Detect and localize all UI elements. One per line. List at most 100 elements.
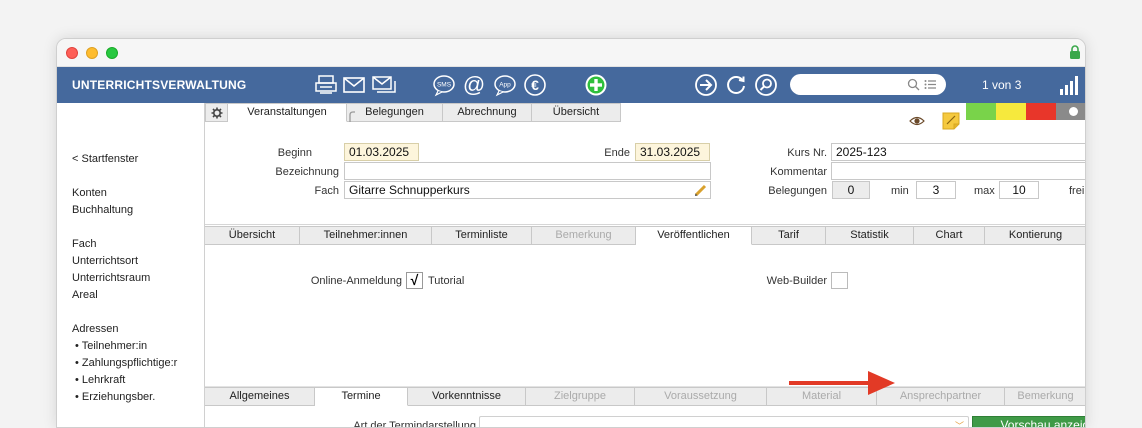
svg-text:App: App bbox=[499, 82, 511, 89]
svg-text:SMS: SMS bbox=[437, 82, 452, 89]
window-titlebar bbox=[57, 39, 1085, 67]
app-icon[interactable]: App bbox=[493, 73, 517, 97]
tab-tarif[interactable]: Tarif bbox=[752, 226, 826, 245]
belegungen-label: Belegungen bbox=[768, 185, 827, 197]
sidebar-item-zahlungspflichtige[interactable]: • Zahlungspflichtige:r bbox=[75, 357, 177, 369]
search-small-icon bbox=[907, 78, 920, 91]
tab-belegungen-label: Belegungen bbox=[365, 106, 424, 118]
lock-icon bbox=[1070, 45, 1080, 59]
minimize-window-button[interactable] bbox=[86, 47, 98, 59]
online-anmeldung-checkbox[interactable]: √ bbox=[406, 272, 423, 289]
tab-allgemeines[interactable]: Allgemeines bbox=[205, 387, 315, 406]
add-icon[interactable] bbox=[584, 73, 608, 97]
online-anmeldung-label: Online-Anmeldung bbox=[310, 275, 402, 287]
max-label: max bbox=[974, 185, 995, 197]
refresh-icon[interactable] bbox=[724, 73, 748, 97]
app-title: UNTERRICHTSVERWALTUNG bbox=[72, 78, 247, 92]
sms-icon[interactable]: SMS bbox=[432, 73, 456, 97]
back-to-start-link[interactable]: < Startfenster bbox=[72, 153, 138, 165]
sidebar-item-konten[interactable]: Konten bbox=[72, 187, 107, 199]
sidebar-item-buchhaltung[interactable]: Buchhaltung bbox=[72, 204, 133, 216]
divider bbox=[205, 224, 1085, 225]
tab-uebersicht-top[interactable]: Übersicht bbox=[532, 103, 621, 122]
beginn-label: Beginn bbox=[277, 147, 312, 159]
envelopes-icon[interactable] bbox=[372, 73, 396, 97]
arrow-right-icon[interactable] bbox=[694, 73, 718, 97]
tab-veranstaltungen[interactable]: Veranstaltungen bbox=[228, 103, 347, 122]
sidebar-item-lehrkraft[interactable]: • Lehrkraft bbox=[75, 374, 125, 386]
tutorial-link[interactable]: Tutorial bbox=[428, 275, 464, 287]
fach-label: Fach bbox=[314, 185, 339, 197]
kursnr-label: Kurs Nr. bbox=[787, 147, 827, 159]
tab-zielgruppe[interactable]: Zielgruppe bbox=[526, 387, 635, 406]
ende-label: Ende bbox=[604, 147, 630, 159]
preview-button[interactable]: Vorschau anzeigen bbox=[972, 416, 1085, 427]
at-icon[interactable]: @ bbox=[462, 73, 486, 97]
art-termindarstellung-label: Art der Termindarstellung bbox=[353, 420, 476, 428]
sidebar-item-fach[interactable]: Fach bbox=[72, 238, 96, 250]
status-color-bar bbox=[966, 103, 1085, 120]
tab-veroeffentlichen[interactable]: Veröffentlichen bbox=[636, 226, 752, 245]
kommentar-field[interactable] bbox=[831, 162, 1085, 180]
svg-text:@: @ bbox=[463, 73, 485, 97]
tab-belegungen[interactable]: Belegungen bbox=[347, 103, 443, 122]
max-field[interactable]: 10 bbox=[999, 181, 1039, 199]
gear-icon bbox=[211, 107, 222, 119]
red-arrow-annotation bbox=[789, 371, 895, 395]
sidebar-item-unterrichtsort[interactable]: Unterrichtsort bbox=[72, 255, 138, 267]
tab-voraussetzung[interactable]: Voraussetzung bbox=[635, 387, 767, 406]
kursnr-field[interactable]: 2025-123 bbox=[831, 143, 1085, 161]
search-input[interactable] bbox=[790, 74, 946, 95]
tab-bemerkung[interactable]: Bemerkung bbox=[532, 226, 636, 245]
tab-teilnehmer-innen[interactable]: Teilnehmer:innen bbox=[300, 226, 432, 245]
sidebar-item-teilnehmer[interactable]: • Teilnehmer:in bbox=[75, 340, 147, 352]
eye-icon[interactable] bbox=[909, 115, 925, 127]
envelope-icon[interactable] bbox=[342, 73, 366, 97]
list-icon[interactable] bbox=[924, 79, 936, 90]
tab-marker-icon bbox=[349, 111, 355, 122]
ende-field[interactable]: 31.03.2025 bbox=[635, 143, 710, 161]
svg-text:€: € bbox=[531, 77, 539, 93]
fach-value: Gitarre Schnupperkurs bbox=[349, 183, 470, 197]
main-panel: Veranstaltungen Belegungen Abrechnung Üb… bbox=[205, 103, 1085, 428]
tab-terminliste[interactable]: Terminliste bbox=[432, 226, 532, 245]
min-label: min bbox=[891, 185, 909, 197]
tab-chart[interactable]: Chart bbox=[914, 226, 985, 245]
note-icon[interactable] bbox=[942, 112, 960, 130]
printer-icon[interactable] bbox=[314, 73, 338, 97]
sidebar-item-erziehungsber[interactable]: • Erziehungsber. bbox=[75, 391, 155, 403]
pencil-icon[interactable] bbox=[694, 184, 707, 197]
tab-abrechnung[interactable]: Abrechnung bbox=[443, 103, 532, 122]
status-green[interactable] bbox=[966, 103, 996, 120]
fach-field[interactable]: Gitarre Schnupperkurs bbox=[344, 181, 711, 199]
tab-ansprechpartner[interactable]: Ansprechpartner bbox=[877, 387, 1005, 406]
sidebar-item-adressen[interactable]: Adressen bbox=[72, 323, 118, 335]
tab-uebersicht[interactable]: Übersicht bbox=[205, 226, 300, 245]
kommentar-label: Kommentar bbox=[770, 166, 827, 178]
euro-icon[interactable]: € bbox=[523, 73, 547, 97]
status-yellow[interactable] bbox=[996, 103, 1026, 120]
sidebar-item-areal[interactable]: Areal bbox=[72, 289, 98, 301]
close-window-button[interactable] bbox=[66, 47, 78, 59]
min-field[interactable]: 3 bbox=[916, 181, 956, 199]
main-toolbar: UNTERRICHTSVERWALTUNG SMS @ App € 1 von … bbox=[57, 67, 1085, 103]
status-gray[interactable] bbox=[1056, 103, 1085, 120]
tab-bemerkung-bottom[interactable]: Bemerkung bbox=[1005, 387, 1085, 406]
bezeichnung-field[interactable] bbox=[344, 162, 711, 180]
settings-tab[interactable] bbox=[205, 103, 228, 122]
mid-tabbar: Übersicht Teilnehmer:innen Terminliste B… bbox=[205, 226, 1085, 245]
webbuilder-checkbox[interactable] bbox=[831, 272, 848, 289]
tab-statistik[interactable]: Statistik bbox=[826, 226, 914, 245]
tab-vorkenntnisse[interactable]: Vorkenntnisse bbox=[408, 387, 526, 406]
bottom-tabbar: Allgemeines Termine Vorkenntnisse Zielgr… bbox=[205, 387, 1085, 406]
tab-termine[interactable]: Termine bbox=[315, 387, 408, 406]
art-termindarstellung-select[interactable]: ﹀ bbox=[479, 416, 969, 427]
signal-bars-icon[interactable] bbox=[1059, 75, 1079, 95]
search-icon[interactable] bbox=[754, 73, 778, 97]
sidebar-item-unterrichtsraum[interactable]: Unterrichtsraum bbox=[72, 272, 150, 284]
zoom-window-button[interactable] bbox=[106, 47, 118, 59]
beginn-field[interactable]: 01.03.2025 bbox=[344, 143, 419, 161]
tab-kontierung[interactable]: Kontierung bbox=[985, 226, 1085, 245]
status-red[interactable] bbox=[1026, 103, 1056, 120]
app-window: UNTERRICHTSVERWALTUNG SMS @ App € 1 von … bbox=[56, 38, 1086, 428]
